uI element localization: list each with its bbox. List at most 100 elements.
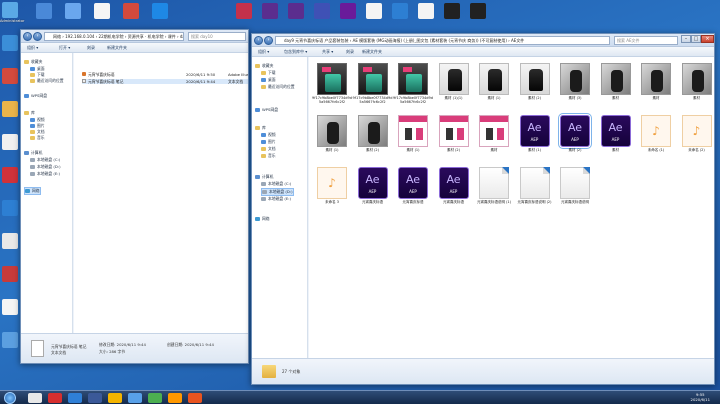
burn-button[interactable]: 刻录	[346, 49, 354, 55]
taskbar-app-icon[interactable]	[88, 393, 102, 403]
address-field[interactable]: 网络 › 192.168.0.104 › 22期机电学院 › 资源共享 · 机电…	[44, 32, 184, 41]
taskbar-app-icon[interactable]	[148, 393, 162, 403]
nav-favorites[interactable]: 收藏夹	[255, 63, 273, 69]
nav-drive-d[interactable]: 本地磁盘 (D:)	[30, 164, 61, 170]
file-thumbnail[interactable]: 9f17c9b8be0f7734d9d5a5667fc6c2f2	[312, 63, 352, 105]
taskbar-app-icon[interactable]	[128, 393, 142, 403]
back-button[interactable]: ‹	[254, 36, 263, 45]
desktop-app-icon[interactable]	[392, 3, 408, 19]
file-thumbnail[interactable]: Ae AEP 素材 (1)	[519, 115, 550, 157]
desktop-app-icon[interactable]	[2, 68, 18, 84]
nav-fav-desktop[interactable]: 桌面	[261, 77, 276, 83]
organize-menu[interactable]: 组织 ▾	[258, 49, 269, 55]
desktop-app-icon[interactable]	[262, 3, 278, 19]
nav-network[interactable]: 网络	[24, 187, 41, 195]
desktop-app-icon[interactable]	[314, 3, 330, 19]
nav-wps[interactable]: WPS网盘	[24, 93, 47, 99]
desktop-app-icon[interactable]	[2, 200, 18, 216]
taskbar-app-icon[interactable]	[108, 393, 122, 403]
file-thumbnail[interactable]: 素材 (2)	[519, 63, 550, 105]
nav-drive-d[interactable]: 本地磁盘 (D:)	[261, 188, 294, 196]
nav-fav-recent[interactable]: 最近访问的位置	[30, 78, 64, 84]
file-thumbnail[interactable]: Ae AEP 素材 (2)	[558, 113, 592, 157]
file-thumbnail[interactable]: 素材 (2)	[357, 115, 388, 157]
nav-lib-videos[interactable]: 视频	[261, 132, 276, 138]
file-row[interactable]: 元宵节喜庆标语 2020/6/11 9:50 Adobe Illust	[82, 72, 248, 77]
file-thumbnail[interactable]: 素材 (1)	[479, 63, 509, 105]
desktop-app-icon[interactable]	[36, 3, 52, 19]
minimize-button[interactable]: –	[681, 35, 691, 43]
forward-button[interactable]: ›	[264, 36, 273, 45]
nav-drive-c[interactable]: 本地磁盘 (C:)	[261, 181, 291, 187]
file-thumbnail[interactable]: Ae AEP 素材	[600, 115, 631, 157]
file-thumbnail[interactable]: 元宵喜庆标语说明 (2)	[517, 167, 552, 209]
desktop-app-icon[interactable]	[288, 3, 304, 19]
file-row[interactable]: 元宵节喜庆标语 笔记 2020/6/11 9:44 文本文档	[82, 79, 248, 84]
taskbar-app-icon[interactable]	[48, 393, 62, 403]
file-thumbnail[interactable]: 素材 (1)(1)	[438, 63, 469, 105]
nav-libraries[interactable]: 库	[255, 125, 266, 131]
file-thumbnail[interactable]: Ae AEP 元宵喜庆标语	[357, 167, 388, 209]
taskbar-app-icon[interactable]	[188, 393, 202, 403]
new-folder-button[interactable]: 新建文件夹	[362, 49, 382, 55]
file-thumbnail[interactable]: 素材	[641, 63, 671, 105]
desktop-app-icon[interactable]	[123, 3, 139, 19]
nav-lib-pictures[interactable]: 图片	[261, 139, 276, 145]
file-thumbnail[interactable]: 未命名 3	[317, 167, 347, 209]
address-field[interactable]: day9 元宵节喜庆标语 产品套装包装 › AE 模版套装 (MG动画海报) (…	[275, 36, 610, 45]
desktop-app-icon[interactable]	[2, 266, 18, 282]
taskbar-app-icon[interactable]	[168, 393, 182, 403]
taskbar-app-icon[interactable]	[68, 393, 82, 403]
nav-drive-c[interactable]: 本地磁盘 (C:)	[30, 157, 60, 163]
file-thumbnail[interactable]: Ae AEP 元宵喜庆标语	[398, 167, 428, 209]
desktop-app-icon[interactable]	[152, 3, 168, 19]
search-input[interactable]: 搜索 AE文件	[614, 36, 678, 45]
burn-button[interactable]: 刻录	[87, 45, 95, 51]
maximize-button[interactable]: □	[691, 35, 701, 43]
nav-drive-e[interactable]: 本地磁盘 (E:)	[261, 196, 291, 202]
file-thumbnail[interactable]: 9f17c9b8be0f7734d9d5a5667fc6c2f2	[353, 63, 392, 105]
organize-menu[interactable]: 组织 ▾	[27, 45, 38, 51]
desktop-app-icon[interactable]	[94, 3, 110, 19]
clock[interactable]: 9:55 2020/6/11	[691, 392, 710, 402]
desktop-app-icon[interactable]	[2, 2, 18, 18]
desktop-app-icon[interactable]	[2, 101, 18, 117]
nav-fav-downloads[interactable]: 下载	[261, 70, 276, 76]
file-thumbnail[interactable]: Ae AEP 元宵喜庆标语	[438, 167, 469, 209]
file-thumbnail[interactable]: 素材 (1)	[317, 115, 347, 157]
desktop-app-icon[interactable]	[2, 134, 18, 150]
file-thumbnail[interactable]: 素材	[600, 63, 631, 105]
desktop-app-icon[interactable]	[2, 299, 18, 315]
desktop-app-icon[interactable]	[2, 167, 18, 183]
nav-lib-music[interactable]: 音乐	[261, 153, 276, 159]
file-thumbnail[interactable]: 素材 (3)	[560, 63, 590, 105]
new-folder-button[interactable]: 新建文件夹	[107, 45, 127, 51]
file-thumbnail[interactable]: 素材	[479, 115, 509, 157]
include-library-menu[interactable]: 包含到库中 ▾	[284, 49, 307, 55]
file-thumbnail[interactable]: 元宵喜庆标语说明	[560, 167, 590, 209]
nav-lib-music[interactable]: 音乐	[30, 135, 45, 141]
file-thumbnail[interactable]: 素材 (2)	[438, 115, 469, 157]
nav-computer[interactable]: 计算机	[255, 174, 273, 180]
start-button[interactable]	[4, 392, 16, 404]
desktop-app-icon[interactable]	[340, 3, 356, 19]
file-thumbnail[interactable]: 素材 (1)	[398, 115, 428, 157]
desktop-app-icon[interactable]	[236, 3, 252, 19]
nav-favorites[interactable]: 收藏夹	[24, 59, 42, 65]
desktop-app-icon[interactable]	[65, 3, 81, 19]
desktop-app-icon[interactable]	[2, 35, 18, 51]
forward-button[interactable]: ›	[33, 32, 42, 41]
file-thumbnail[interactable]: 元宵喜庆标语说明 (1)	[477, 167, 511, 209]
nav-lib-documents[interactable]: 文档	[261, 146, 276, 152]
file-thumbnail[interactable]: 未命名 (2)	[681, 115, 712, 157]
nav-fav-recent[interactable]: 最近访问的位置	[261, 84, 295, 90]
taskbar-app-icon[interactable]	[28, 393, 42, 403]
desktop-app-icon[interactable]	[418, 3, 434, 19]
file-thumbnail[interactable]: 9f17c9b8be0f7734d9d5a5667fc6c2f2	[393, 63, 433, 105]
nav-computer[interactable]: 计算机	[24, 150, 42, 156]
desktop-app-icon[interactable]	[470, 3, 486, 19]
nav-drive-e[interactable]: 本地磁盘 (E:)	[30, 171, 60, 177]
desktop-app-icon[interactable]	[366, 3, 382, 19]
desktop-app-icon[interactable]	[2, 233, 18, 249]
search-input[interactable]: 搜索 day10	[188, 32, 246, 41]
